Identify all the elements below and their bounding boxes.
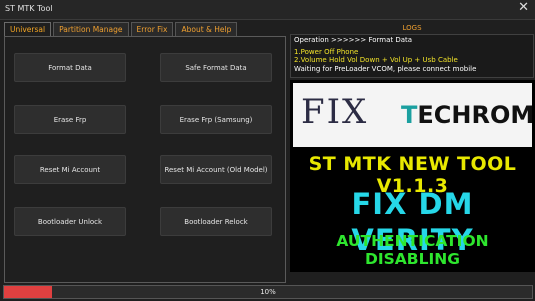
log-line: Waiting for PreLoader VCOM, please conne… — [294, 64, 477, 73]
title-bar: ST MTK Tool ✕ — [0, 0, 535, 20]
logo-techrom-text: TECHROM — [401, 101, 534, 129]
erase-frp-samsung-button[interactable]: Erase Frp (Samsung) — [160, 105, 272, 134]
format-data-button[interactable]: Format Data — [14, 53, 126, 82]
reset-mi-account-button[interactable]: Reset Mi Account — [14, 155, 126, 184]
tab-universal[interactable]: Universal — [4, 22, 52, 36]
logo-techrom-rest: ECHROM — [417, 101, 535, 129]
erase-frp-button[interactable]: Erase Frp — [14, 105, 126, 134]
safe-format-data-button[interactable]: Safe Format Data — [160, 53, 272, 82]
reset-mi-account-old-button[interactable]: Reset Mi Account (Old Model) — [160, 155, 272, 184]
log-line: Operation >>>>>> Format Data — [294, 36, 413, 44]
log-line: 1.Power Off Phone — [294, 48, 359, 57]
promo-banner: FIX TECHROM ST MTK NEW TOOL V1.1.3 FIX D… — [290, 80, 535, 272]
universal-panel: Format Data Safe Format Data Erase Frp E… — [4, 36, 286, 283]
tab-partition-manage[interactable]: Partition Manage — [53, 22, 129, 36]
progress-percent: 10% — [260, 288, 276, 296]
fix-techrom-logo: FIX TECHROM — [293, 83, 534, 147]
tab-error-fix[interactable]: Error Fix — [130, 22, 174, 36]
progress-bar: 10% — [3, 285, 533, 299]
logo-techrom-t: T — [401, 101, 418, 129]
window-title: ST MTK Tool — [5, 4, 53, 13]
banner-line-auth: AUTHENTICATION DISABLING — [336, 232, 489, 268]
close-icon[interactable]: ✕ — [518, 1, 529, 15]
bootloader-relock-button[interactable]: Bootloader Relock — [160, 207, 272, 236]
logs-output[interactable]: Operation >>>>>> Format Data 1.Power Off… — [290, 34, 534, 78]
logo-fix-text: FIX — [301, 92, 369, 132]
logs-label: LOGS — [402, 24, 422, 32]
bootloader-unlock-button[interactable]: Bootloader Unlock — [14, 207, 126, 236]
tab-bar: Universal Partition Manage Error Fix Abo… — [4, 22, 239, 36]
log-line: 2.Volume Hold Vol Down + Vol Up + Usb Ca… — [294, 56, 458, 65]
tab-about-help[interactable]: About & Help — [175, 22, 238, 36]
